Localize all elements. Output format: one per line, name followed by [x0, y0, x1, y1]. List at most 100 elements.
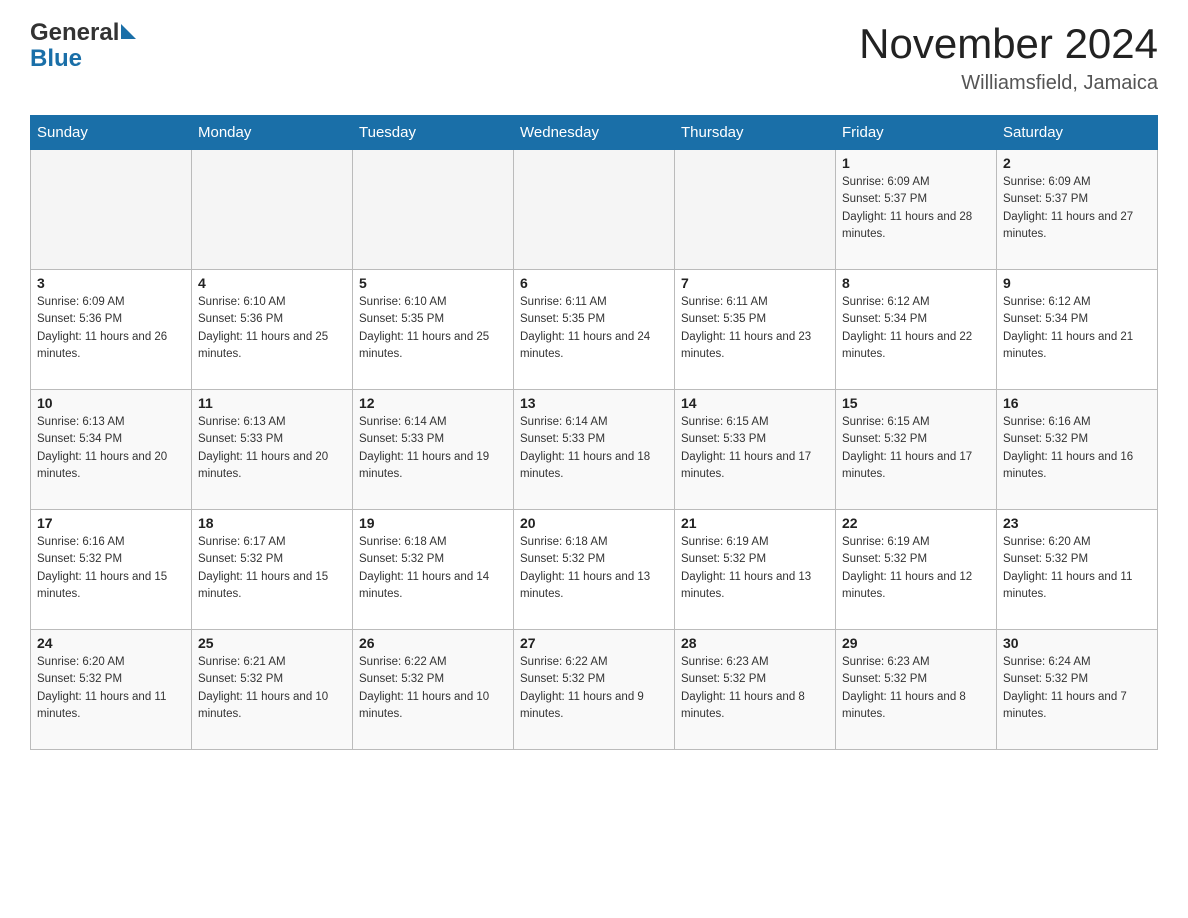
day-number: 3 — [37, 275, 185, 291]
calendar-day-cell: 7 Sunrise: 6:11 AM Sunset: 5:35 PM Daylig… — [675, 270, 836, 390]
day-info: Sunrise: 6:22 AM Sunset: 5:32 PM Dayligh… — [520, 654, 668, 723]
calendar-day-cell: 11 Sunrise: 6:13 AM Sunset: 5:33 PM Dayli… — [192, 390, 353, 510]
calendar-week-row: 10 Sunrise: 6:13 AM Sunset: 5:34 PM Dayli… — [31, 390, 1158, 510]
calendar-day-header: Thursday — [675, 116, 836, 150]
day-info: Sunrise: 6:13 AM Sunset: 5:33 PM Dayligh… — [198, 414, 346, 483]
day-info: Sunrise: 6:14 AM Sunset: 5:33 PM Dayligh… — [520, 414, 668, 483]
day-info: Sunrise: 6:14 AM Sunset: 5:33 PM Dayligh… — [359, 414, 507, 483]
day-info: Sunrise: 6:22 AM Sunset: 5:32 PM Dayligh… — [359, 654, 507, 723]
calendar-day-cell: 14 Sunrise: 6:15 AM Sunset: 5:33 PM Dayli… — [675, 390, 836, 510]
day-number: 26 — [359, 635, 507, 651]
calendar-day-cell: 12 Sunrise: 6:14 AM Sunset: 5:33 PM Dayli… — [353, 390, 514, 510]
calendar-day-cell: 1 Sunrise: 6:09 AM Sunset: 5:37 PM Daylig… — [836, 150, 997, 270]
logo: General Blue — [30, 20, 136, 73]
day-info: Sunrise: 6:15 AM Sunset: 5:32 PM Dayligh… — [842, 414, 990, 483]
day-number: 15 — [842, 395, 990, 411]
day-info: Sunrise: 6:16 AM Sunset: 5:32 PM Dayligh… — [37, 534, 185, 603]
calendar-day-cell: 3 Sunrise: 6:09 AM Sunset: 5:36 PM Daylig… — [31, 270, 192, 390]
calendar-day-cell: 18Sunrise: 6:17 AM Sunset: 5:32 PM Dayli… — [192, 510, 353, 630]
day-number: 20 — [520, 515, 668, 531]
calendar-day-header: Tuesday — [353, 116, 514, 150]
day-number: 6 — [520, 275, 668, 291]
calendar-day-cell: 24Sunrise: 6:20 AM Sunset: 5:32 PM Dayli… — [31, 630, 192, 750]
day-info: Sunrise: 6:09 AM Sunset: 5:36 PM Dayligh… — [37, 294, 185, 363]
title-block: November 2024 Williamsfield, Jamaica — [859, 20, 1158, 95]
calendar-day-cell: 8 Sunrise: 6:12 AM Sunset: 5:34 PM Daylig… — [836, 270, 997, 390]
day-number: 21 — [681, 515, 829, 531]
calendar-day-cell: 30 Sunrise: 6:24 AM Sunset: 5:32 PM Dayli… — [997, 630, 1158, 750]
day-number: 12 — [359, 395, 507, 411]
calendar-day-cell — [514, 150, 675, 270]
day-number: 28 — [681, 635, 829, 651]
calendar-table: SundayMondayTuesdayWednesdayThursdayFrid… — [30, 115, 1158, 750]
day-info: Sunrise: 6:20 AM Sunset: 5:32 PM Dayligh… — [1003, 534, 1151, 603]
logo-triangle-icon — [121, 24, 136, 39]
day-number: 19 — [359, 515, 507, 531]
calendar-day-cell: 27Sunrise: 6:22 AM Sunset: 5:32 PM Dayli… — [514, 630, 675, 750]
day-info: Sunrise: 6:10 AM Sunset: 5:36 PM Dayligh… — [198, 294, 346, 363]
calendar-day-cell: 9 Sunrise: 6:12 AM Sunset: 5:34 PM Daylig… — [997, 270, 1158, 390]
day-info: Sunrise: 6:12 AM Sunset: 5:34 PM Dayligh… — [842, 294, 990, 363]
calendar-day-cell: 5Sunrise: 6:10 AM Sunset: 5:35 PM Daylig… — [353, 270, 514, 390]
calendar-day-header: Wednesday — [514, 116, 675, 150]
day-info: Sunrise: 6:09 AM Sunset: 5:37 PM Dayligh… — [842, 174, 990, 243]
day-number: 14 — [681, 395, 829, 411]
calendar-day-cell: 6 Sunrise: 6:11 AM Sunset: 5:35 PM Daylig… — [514, 270, 675, 390]
calendar-day-cell: 19Sunrise: 6:18 AM Sunset: 5:32 PM Dayli… — [353, 510, 514, 630]
calendar-day-header: Monday — [192, 116, 353, 150]
calendar-day-cell: 16 Sunrise: 6:16 AM Sunset: 5:32 PM Dayli… — [997, 390, 1158, 510]
calendar-day-cell: 21 Sunrise: 6:19 AM Sunset: 5:32 PM Dayli… — [675, 510, 836, 630]
day-info: Sunrise: 6:12 AM Sunset: 5:34 PM Dayligh… — [1003, 294, 1151, 363]
calendar-week-row: 1 Sunrise: 6:09 AM Sunset: 5:37 PM Daylig… — [31, 150, 1158, 270]
calendar-day-cell: 23 Sunrise: 6:20 AM Sunset: 5:32 PM Dayli… — [997, 510, 1158, 630]
calendar-day-cell: 22Sunrise: 6:19 AM Sunset: 5:32 PM Dayli… — [836, 510, 997, 630]
logo-general-text: General — [30, 20, 119, 46]
calendar-day-cell — [192, 150, 353, 270]
day-info: Sunrise: 6:16 AM Sunset: 5:32 PM Dayligh… — [1003, 414, 1151, 483]
calendar-week-row: 3 Sunrise: 6:09 AM Sunset: 5:36 PM Daylig… — [31, 270, 1158, 390]
calendar-day-cell: 29Sunrise: 6:23 AM Sunset: 5:32 PM Dayli… — [836, 630, 997, 750]
month-year-title: November 2024 — [859, 20, 1158, 68]
day-number: 24 — [37, 635, 185, 651]
day-info: Sunrise: 6:23 AM Sunset: 5:32 PM Dayligh… — [681, 654, 829, 723]
calendar-day-cell: 17 Sunrise: 6:16 AM Sunset: 5:32 PM Dayli… — [31, 510, 192, 630]
day-number: 13 — [520, 395, 668, 411]
calendar-day-header: Friday — [836, 116, 997, 150]
day-number: 11 — [198, 395, 346, 411]
day-number: 8 — [842, 275, 990, 291]
day-info: Sunrise: 6:17 AM Sunset: 5:32 PM Dayligh… — [198, 534, 346, 603]
day-info: Sunrise: 6:13 AM Sunset: 5:34 PM Dayligh… — [37, 414, 185, 483]
calendar-day-cell: 13 Sunrise: 6:14 AM Sunset: 5:33 PM Dayli… — [514, 390, 675, 510]
calendar-day-cell — [31, 150, 192, 270]
day-info: Sunrise: 6:24 AM Sunset: 5:32 PM Dayligh… — [1003, 654, 1151, 723]
calendar-day-cell: 4 Sunrise: 6:10 AM Sunset: 5:36 PM Daylig… — [192, 270, 353, 390]
day-number: 30 — [1003, 635, 1151, 651]
calendar-day-cell: 28 Sunrise: 6:23 AM Sunset: 5:32 PM Dayli… — [675, 630, 836, 750]
calendar-day-cell: 10 Sunrise: 6:13 AM Sunset: 5:34 PM Dayli… — [31, 390, 192, 510]
calendar-week-row: 17 Sunrise: 6:16 AM Sunset: 5:32 PM Dayli… — [31, 510, 1158, 630]
day-number: 17 — [37, 515, 185, 531]
location-subtitle: Williamsfield, Jamaica — [859, 72, 1158, 95]
day-number: 1 — [842, 155, 990, 171]
day-info: Sunrise: 6:18 AM Sunset: 5:32 PM Dayligh… — [520, 534, 668, 603]
calendar-day-cell — [675, 150, 836, 270]
day-info: Sunrise: 6:11 AM Sunset: 5:35 PM Dayligh… — [520, 294, 668, 363]
day-info: Sunrise: 6:09 AM Sunset: 5:37 PM Dayligh… — [1003, 174, 1151, 243]
day-number: 7 — [681, 275, 829, 291]
day-number: 10 — [37, 395, 185, 411]
day-number: 5 — [359, 275, 507, 291]
day-info: Sunrise: 6:11 AM Sunset: 5:35 PM Dayligh… — [681, 294, 829, 363]
day-info: Sunrise: 6:19 AM Sunset: 5:32 PM Dayligh… — [681, 534, 829, 603]
day-number: 4 — [198, 275, 346, 291]
calendar-day-header: Sunday — [31, 116, 192, 150]
day-number: 23 — [1003, 515, 1151, 531]
page-header: General Blue November 2024 Williamsfield… — [30, 20, 1158, 95]
day-number: 22 — [842, 515, 990, 531]
calendar-week-row: 24Sunrise: 6:20 AM Sunset: 5:32 PM Dayli… — [31, 630, 1158, 750]
calendar-day-cell: 25Sunrise: 6:21 AM Sunset: 5:32 PM Dayli… — [192, 630, 353, 750]
day-info: Sunrise: 6:15 AM Sunset: 5:33 PM Dayligh… — [681, 414, 829, 483]
day-number: 16 — [1003, 395, 1151, 411]
day-number: 9 — [1003, 275, 1151, 291]
day-info: Sunrise: 6:23 AM Sunset: 5:32 PM Dayligh… — [842, 654, 990, 723]
calendar-day-header: Saturday — [997, 116, 1158, 150]
